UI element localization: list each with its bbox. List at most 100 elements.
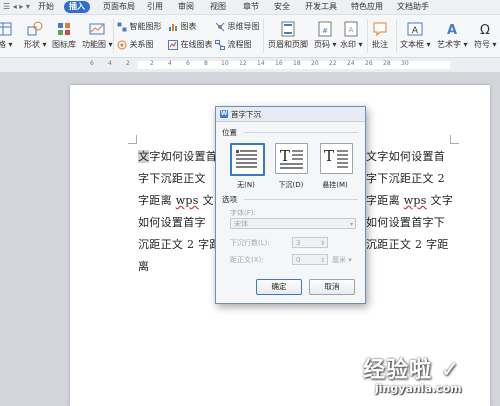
svg-text:A: A	[447, 23, 457, 37]
ruler-number: 2	[150, 60, 154, 67]
ruler-number: 26	[365, 60, 373, 67]
icon-library-button[interactable]: 图标库	[52, 21, 76, 50]
option-hanging[interactable]: T	[320, 143, 353, 174]
tab-doc-helper[interactable]: 文档助手	[397, 1, 429, 13]
ribbon-separator	[367, 19, 368, 53]
chevron-down-icon: ▾	[349, 221, 353, 228]
tab-features[interactable]: 特色应用	[351, 1, 383, 13]
function-chart-icon	[89, 23, 105, 35]
relation-chart-button[interactable]: 关系图	[117, 39, 154, 50]
function-chart-button[interactable]: 功能图 ▾	[82, 21, 113, 50]
text-line: 沉距正文 2 字距	[366, 236, 449, 252]
svg-text:A: A	[349, 26, 354, 34]
text-line: 文字如何设置首	[138, 148, 217, 164]
horizontal-ruler[interactable]: 6 4 2 2 4 6 8 10 12 14 16 18 20 22 24 26…	[0, 58, 500, 73]
dialog-titlebar[interactable]: W 首字下沉	[216, 107, 365, 122]
table-icon	[0, 22, 12, 36]
svg-text:T: T	[324, 147, 334, 165]
tab-home[interactable]: 开始	[38, 1, 54, 13]
comment-label: 批注	[372, 40, 388, 49]
distance-label: 距正文(X):	[230, 256, 264, 264]
dropdown-arrow-icon: ▾	[356, 40, 363, 49]
ruler-number: 14	[257, 60, 265, 67]
page-number-icon: #	[318, 21, 332, 37]
header-footer-button[interactable]: 页眉和页脚	[268, 21, 308, 50]
page-number-button[interactable]: # 页码 ▾	[314, 21, 337, 50]
dropdown-arrow-icon: ▾	[6, 40, 13, 49]
ruler-number: 30	[401, 60, 409, 67]
textbox-icon: A	[407, 22, 423, 36]
distance-unit-label: 厘米	[332, 256, 346, 264]
textbox-button[interactable]: A 文本框 ▾	[400, 21, 431, 50]
text-line: 文字如何设置首	[366, 148, 445, 164]
text-span: 字距离	[366, 194, 400, 207]
table-button[interactable]: 格 ▾	[0, 21, 13, 50]
dropdown-arrow-icon: ▾	[346, 256, 352, 264]
function-chart-label: 功能图	[82, 40, 106, 49]
ruler-number: 12	[239, 60, 247, 67]
online-chart-label: 在线图表	[180, 40, 213, 49]
margin-corner-mark	[128, 135, 137, 144]
watermark-button[interactable]: A 水印 ▾	[340, 21, 363, 50]
options-group-label: 选项	[222, 195, 237, 204]
text-span: 字下沉距正文 2	[366, 172, 445, 185]
tab-chapter[interactable]: 章节	[243, 1, 259, 13]
text-line: 沉距正文 2 字距	[138, 236, 221, 252]
site-watermark: 经验啦 ✓ jingyanla.com	[363, 352, 500, 406]
tab-security[interactable]: 安全	[274, 1, 290, 13]
symbol-button[interactable]: Ω 符号 ▾	[474, 21, 497, 50]
drop-cap-dialog: W 首字下沉 位置 无(N) T 下沉(D) T 悬挂(M) 选项 字体(F):…	[215, 106, 366, 304]
chart-button[interactable]: 图表	[168, 21, 197, 32]
cancel-button[interactable]: 取消	[309, 279, 355, 295]
symbol-label: 符号	[474, 40, 490, 49]
ruler-number: 6	[186, 60, 190, 67]
tab-page-layout[interactable]: 页面布局	[103, 1, 135, 13]
shape-icon	[27, 21, 43, 36]
wordart-button[interactable]: A 艺术字 ▾	[437, 21, 468, 50]
tab-view[interactable]: 视图	[210, 1, 226, 13]
mindmap-button[interactable]: 思维导图	[215, 21, 260, 32]
dropdown-arrow-icon: ▾	[461, 40, 468, 49]
tab-review[interactable]: 审阅	[178, 1, 194, 13]
option-none[interactable]	[230, 143, 265, 176]
online-chart-button[interactable]: 在线图表	[168, 39, 213, 50]
ribbon-separator	[263, 19, 264, 53]
flowchart-label: 流程图	[227, 40, 252, 49]
icon-library-label: 图标库	[52, 40, 76, 49]
font-select[interactable]: 宋体 ▾	[230, 218, 356, 229]
tab-references[interactable]: 引用	[147, 1, 163, 13]
comment-button[interactable]: 批注	[372, 21, 388, 50]
distance-unit[interactable]: 厘米 ▾	[332, 255, 352, 265]
lines-spinner[interactable]: 3 ⇕	[292, 237, 328, 248]
textbox-label: 文本框	[400, 40, 424, 49]
font-value: 宋体	[234, 220, 248, 228]
text-span: 文字如何设置首	[366, 150, 446, 163]
svg-text:T: T	[280, 147, 290, 165]
ok-button[interactable]: 确定	[256, 279, 302, 295]
wordart-label: 艺术字	[437, 40, 461, 49]
tab-developer[interactable]: 开发工具	[305, 1, 337, 13]
group-divider	[244, 132, 358, 133]
smart-shape-icon	[117, 22, 127, 31]
spinner-arrows-icon: ⇕	[319, 257, 325, 264]
online-chart-icon	[168, 39, 178, 50]
ruler-number: 10	[221, 60, 229, 67]
chart-icon	[169, 23, 177, 31]
text-span: 如何设置首字	[138, 216, 206, 229]
mindmap-icon	[215, 22, 225, 31]
distance-value: 0	[296, 256, 301, 264]
quick-access-icon[interactable]: ☰ ◂ ▸ ▾	[3, 1, 30, 13]
shape-label: 形状	[24, 40, 40, 49]
smart-shape-button[interactable]: 智能图形	[117, 21, 162, 32]
text-line: 如何设置首字下	[366, 214, 445, 230]
option-dropped[interactable]: T	[275, 143, 308, 174]
flowchart-button[interactable]: 流程图	[215, 39, 252, 50]
tab-insert[interactable]: 插入	[64, 1, 90, 13]
option-none-label: 无(N)	[237, 181, 255, 189]
text-line: 字下沉距正文	[138, 170, 206, 186]
watermark-icon: A	[344, 21, 358, 37]
distance-spinner[interactable]: 0 ⇕	[292, 254, 328, 265]
shape-button[interactable]: 形状 ▾	[24, 21, 47, 50]
ruler-number: 18	[293, 60, 301, 67]
header-footer-label: 页眉和页脚	[268, 40, 308, 49]
